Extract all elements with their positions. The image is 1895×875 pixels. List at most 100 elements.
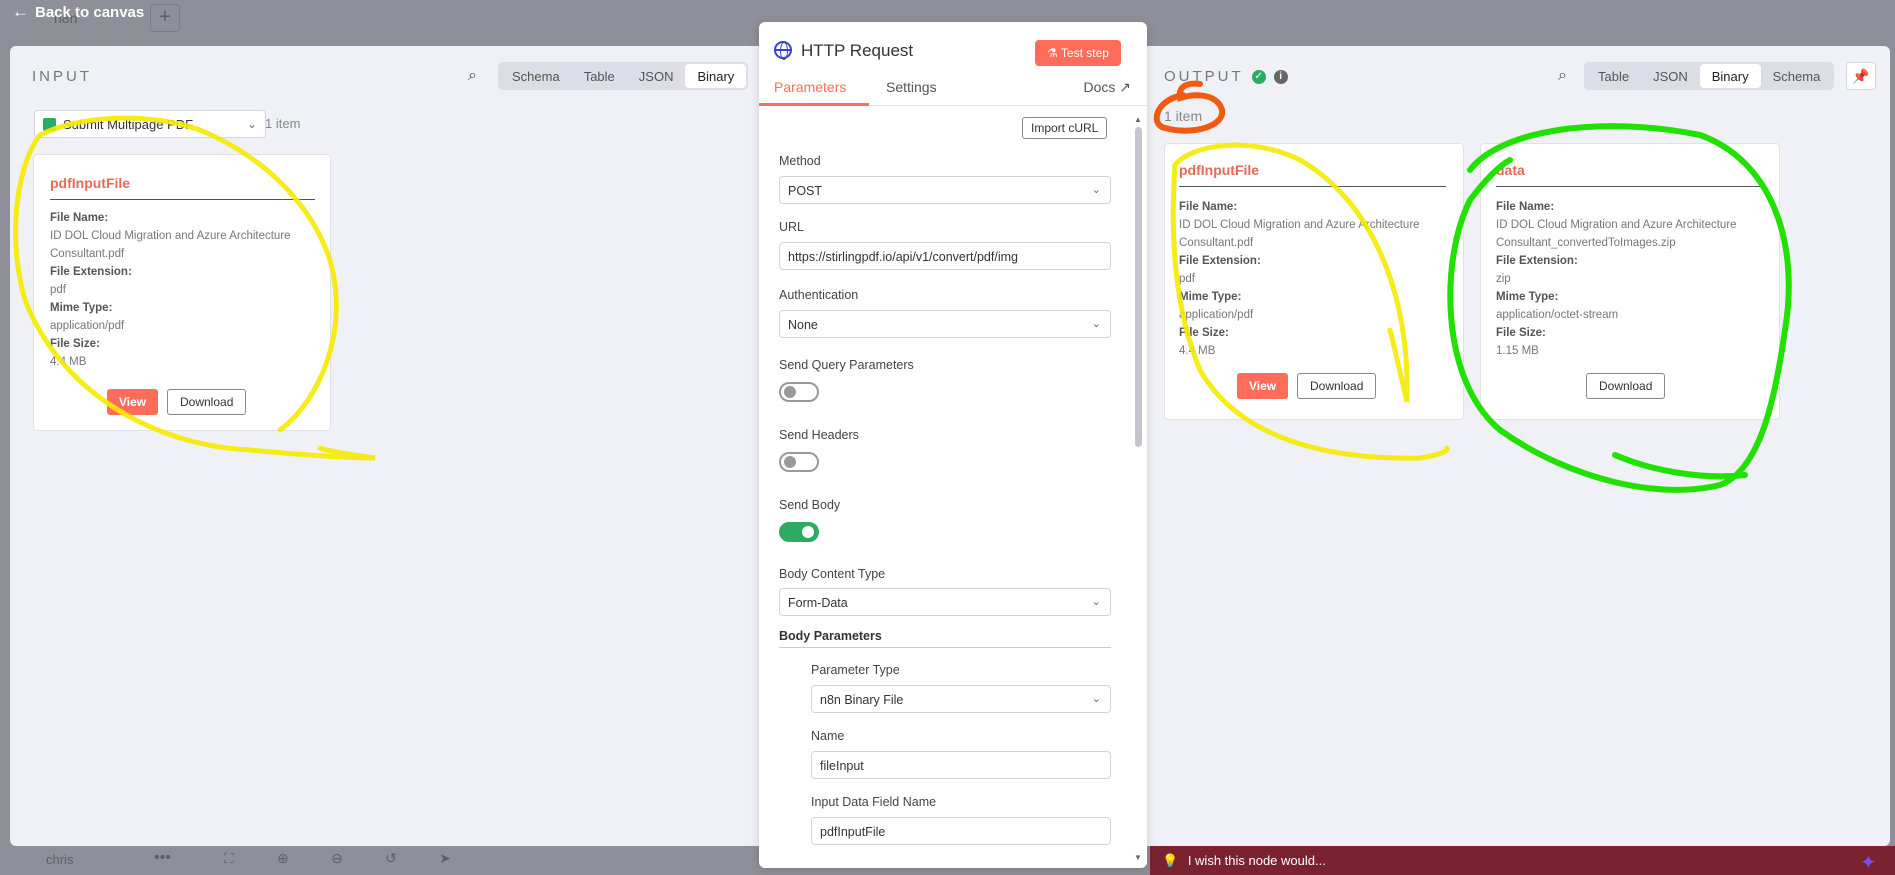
file-name: ID DOL Cloud Migration and Azure Archite… [1496,219,1737,249]
toggle-knob [784,456,796,468]
parameter-type-value: n8n Binary File [820,693,904,707]
panel-header: HTTP Request ⚗ Test step Parameters Sett… [759,22,1147,106]
binary-property-name: pdfInputFile [1179,162,1260,178]
external-link-icon: ↗ [1119,79,1131,95]
divider [1496,186,1763,187]
input-binary-card: pdfInputFile File Name: ID DOL Cloud Mig… [33,154,331,431]
ai-assistant-icon[interactable]: ✦ [1860,850,1877,875]
test-step-button[interactable]: ⚗ Test step [1035,40,1121,66]
tab-parameters[interactable]: Parameters [774,79,846,95]
chevron-down-icon: ⌄ [1091,184,1101,196]
file-extension-label: File Extension: [1179,255,1261,267]
divider [50,199,315,200]
feedback-bar[interactable]: 💡 I wish this node would... [1150,846,1895,875]
input-node-select[interactable]: Submit Multipage PDF ⌄ [34,110,266,138]
download-button[interactable]: Download [167,389,247,415]
file-size: 4.4 MB [1179,345,1216,357]
cursor-icon[interactable]: ➤ [434,850,456,870]
authentication-select[interactable]: None ⌄ [779,310,1111,338]
file-name-label: File Name: [50,212,109,224]
send-query-toggle[interactable] [779,382,819,402]
url-label: URL [779,220,805,234]
fit-view-icon[interactable]: ⛶ [218,850,240,870]
globe-icon [774,41,792,60]
node-title[interactable]: HTTP Request [801,41,913,61]
docs-link[interactable]: Docs ↗ [1083,79,1131,96]
parameter-type-select[interactable]: n8n Binary File ⌄ [811,685,1111,713]
scroll-down-icon[interactable]: ▼ [1134,853,1142,862]
tab-schema[interactable]: Schema [1761,64,1833,88]
tab-schema[interactable]: Schema [500,64,572,88]
input-pane: INPUT ⌕ Schema Table JSON Binary Submit … [10,46,758,846]
chevron-down-icon: ⌄ [1091,693,1101,705]
method-value: POST [788,184,823,198]
search-icon[interactable]: ⌕ [1558,67,1567,85]
output-title: OUTPUT ✓ i [1164,68,1288,85]
authentication-value: None [788,318,818,332]
name-input[interactable]: fileInput [811,751,1111,779]
input-node-name: Submit Multipage PDF [63,117,194,132]
tab-json[interactable]: JSON [627,64,686,88]
url-input[interactable]: https://stirlingpdf.io/api/v1/convert/pd… [779,242,1111,270]
file-size: 4.4 MB [50,356,87,368]
panel-scrollbar[interactable]: ▲ ▼ [1134,115,1143,865]
user-menu-button[interactable]: ••• [154,849,171,867]
input-view-tabs: Schema Table JSON Binary [498,62,749,90]
name-label: Name [811,729,845,743]
tab-settings[interactable]: Settings [886,79,937,95]
import-curl-button[interactable]: Import cURL [1022,117,1108,139]
tab-table[interactable]: Table [1586,64,1641,88]
send-headers-toggle[interactable] [779,452,819,472]
input-data-field-input[interactable]: pdfInputFile [811,817,1111,845]
file-extension-label: File Extension: [50,266,132,278]
input-data-field-label: Input Data Field Name [811,795,937,809]
output-binary-card: data File Name: ID DOL Cloud Migration a… [1480,143,1780,420]
toggle-knob [784,386,796,398]
file-size-label: File Size: [1496,327,1546,339]
body-content-type-value: Form-Data [788,596,848,610]
pin-data-button[interactable]: 📌 [1846,62,1876,90]
scrollbar-thumb[interactable] [1135,127,1142,447]
method-label: Method [779,154,821,168]
file-extension-label: File Extension: [1496,255,1578,267]
file-details: File Name: ID DOL Cloud Migration and Az… [1179,198,1459,360]
search-icon[interactable]: ⌕ [468,67,477,85]
chevron-down-icon: ⌄ [246,117,257,131]
output-item-count: 1 item [1164,108,1203,124]
send-body-toggle[interactable] [779,522,819,542]
file-name-label: File Name: [1179,201,1238,213]
view-button[interactable]: View [1237,373,1289,399]
undo-icon[interactable]: ↺ [380,850,402,870]
tab-json[interactable]: JSON [1641,64,1700,88]
back-to-canvas-link[interactable]: ← Back to canvas [12,2,144,22]
download-button[interactable]: Download [1297,373,1377,399]
success-check-icon: ✓ [1251,69,1266,84]
file-details: File Name: ID DOL Cloud Migration and Az… [1496,198,1779,360]
scroll-up-icon[interactable]: ▲ [1134,115,1142,124]
add-tab-button[interactable]: + [150,4,180,32]
method-select[interactable]: POST ⌄ [779,176,1111,204]
body-content-type-select[interactable]: Form-Data ⌄ [779,588,1111,616]
input-title-label: INPUT [32,68,92,85]
file-extension: pdf [50,284,66,296]
download-button[interactable]: Download [1586,373,1666,399]
info-icon[interactable]: i [1273,69,1288,84]
authentication-label: Authentication [779,288,859,302]
feedback-text: I wish this node would... [1187,853,1326,868]
form-trigger-icon [43,118,56,131]
view-button[interactable]: View [107,389,159,415]
flask-icon: ⚗ [1047,46,1058,60]
parameter-type-label: Parameter Type [811,663,900,677]
tab-binary[interactable]: Binary [685,64,747,88]
input-item-count: 1 item [265,116,301,131]
divider [1179,186,1446,187]
zoom-out-icon[interactable]: ⊖ [326,850,348,870]
binary-property-name: data [1496,162,1525,178]
send-body-label: Send Body [779,498,841,512]
tab-table[interactable]: Table [572,64,627,88]
file-extension: zip [1496,273,1511,285]
output-pane: OUTPUT ✓ i ⌕ Table JSON Binary Schema 📌 … [1156,46,1890,846]
file-extension: pdf [1179,273,1195,285]
tab-binary[interactable]: Binary [1699,64,1761,88]
zoom-in-icon[interactable]: ⊕ [272,850,294,870]
